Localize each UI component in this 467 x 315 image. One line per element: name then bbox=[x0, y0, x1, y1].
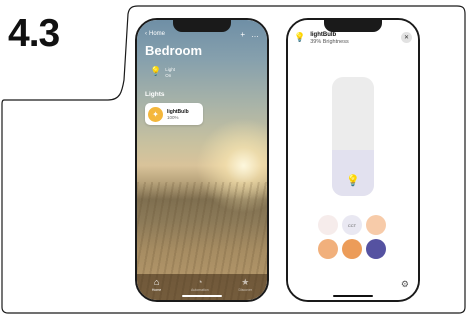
tab-discover[interactable]: ★ Discover bbox=[238, 277, 252, 292]
brightness-fill bbox=[332, 149, 374, 196]
lightbulb-icon: 💡 bbox=[346, 175, 360, 187]
brightness-status: 39% Brightness bbox=[310, 39, 349, 45]
detail-header: 💡 lightBulb 39% Brightness ✕ bbox=[294, 32, 412, 45]
color-swatch[interactable] bbox=[366, 215, 386, 235]
light-status-state: On bbox=[165, 72, 172, 78]
star-icon: ★ bbox=[241, 277, 250, 287]
light-status-name: Light bbox=[165, 67, 175, 72]
tab-label: Discover bbox=[238, 288, 253, 292]
color-swatch[interactable] bbox=[318, 239, 338, 259]
add-button[interactable]: + bbox=[240, 30, 245, 39]
tab-label: Automation bbox=[190, 288, 209, 292]
section-label-lights: Lights bbox=[145, 91, 165, 98]
brightness-slider[interactable]: 💡 bbox=[332, 77, 374, 196]
color-swatch[interactable] bbox=[318, 215, 338, 235]
clock-icon: ◔ bbox=[197, 277, 203, 287]
close-button[interactable]: ✕ bbox=[401, 32, 412, 43]
back-button[interactable]: ‹ Home bbox=[145, 31, 165, 37]
lightbulb-icon: 💡 bbox=[294, 32, 306, 42]
color-swatch[interactable]: CCT bbox=[342, 215, 362, 235]
bedroom-wallpaper bbox=[137, 20, 267, 300]
lightbulb-icon: 💡 bbox=[150, 66, 162, 76]
phone-light-detail: 💡 lightBulb 39% Brightness ✕ 💡 CCT ⚙ bbox=[286, 18, 420, 302]
home-indicator bbox=[182, 295, 222, 297]
step-number: 4.3 bbox=[8, 12, 60, 55]
swatch-label: CCT bbox=[347, 222, 357, 228]
detail-title: lightBulb bbox=[310, 32, 337, 38]
home-indicator bbox=[333, 295, 373, 297]
tab-automation[interactable]: ◔ Automation bbox=[191, 277, 209, 292]
tab-home[interactable]: ⌂ Home bbox=[152, 277, 161, 292]
tab-label: Home bbox=[151, 288, 162, 292]
phone-home-app: ‹ Home + … Bedroom 💡 Light On Lights ✦ l… bbox=[135, 18, 269, 302]
lightbulb-icon: ✦ bbox=[148, 106, 163, 122]
house-icon: ⌂ bbox=[153, 277, 160, 287]
phone-notch bbox=[324, 20, 382, 32]
settings-gear-icon[interactable]: ⚙ bbox=[401, 279, 409, 290]
back-label: Home bbox=[149, 31, 166, 37]
accessory-value: 100% bbox=[167, 114, 179, 120]
close-icon: ✕ bbox=[403, 35, 410, 41]
more-button[interactable]: … bbox=[251, 30, 259, 39]
color-swatch[interactable] bbox=[366, 239, 386, 259]
accessory-tile-lightbulb[interactable]: ✦ lightBulb 100% bbox=[145, 103, 203, 125]
room-title: Bedroom bbox=[145, 43, 203, 58]
light-status-summary[interactable]: 💡 Light On bbox=[150, 67, 175, 78]
color-swatches: CCT bbox=[318, 215, 388, 259]
chevron-left-icon: ‹ bbox=[145, 31, 147, 37]
nav-bar: ‹ Home + … bbox=[145, 28, 259, 40]
color-swatch[interactable] bbox=[342, 239, 362, 259]
